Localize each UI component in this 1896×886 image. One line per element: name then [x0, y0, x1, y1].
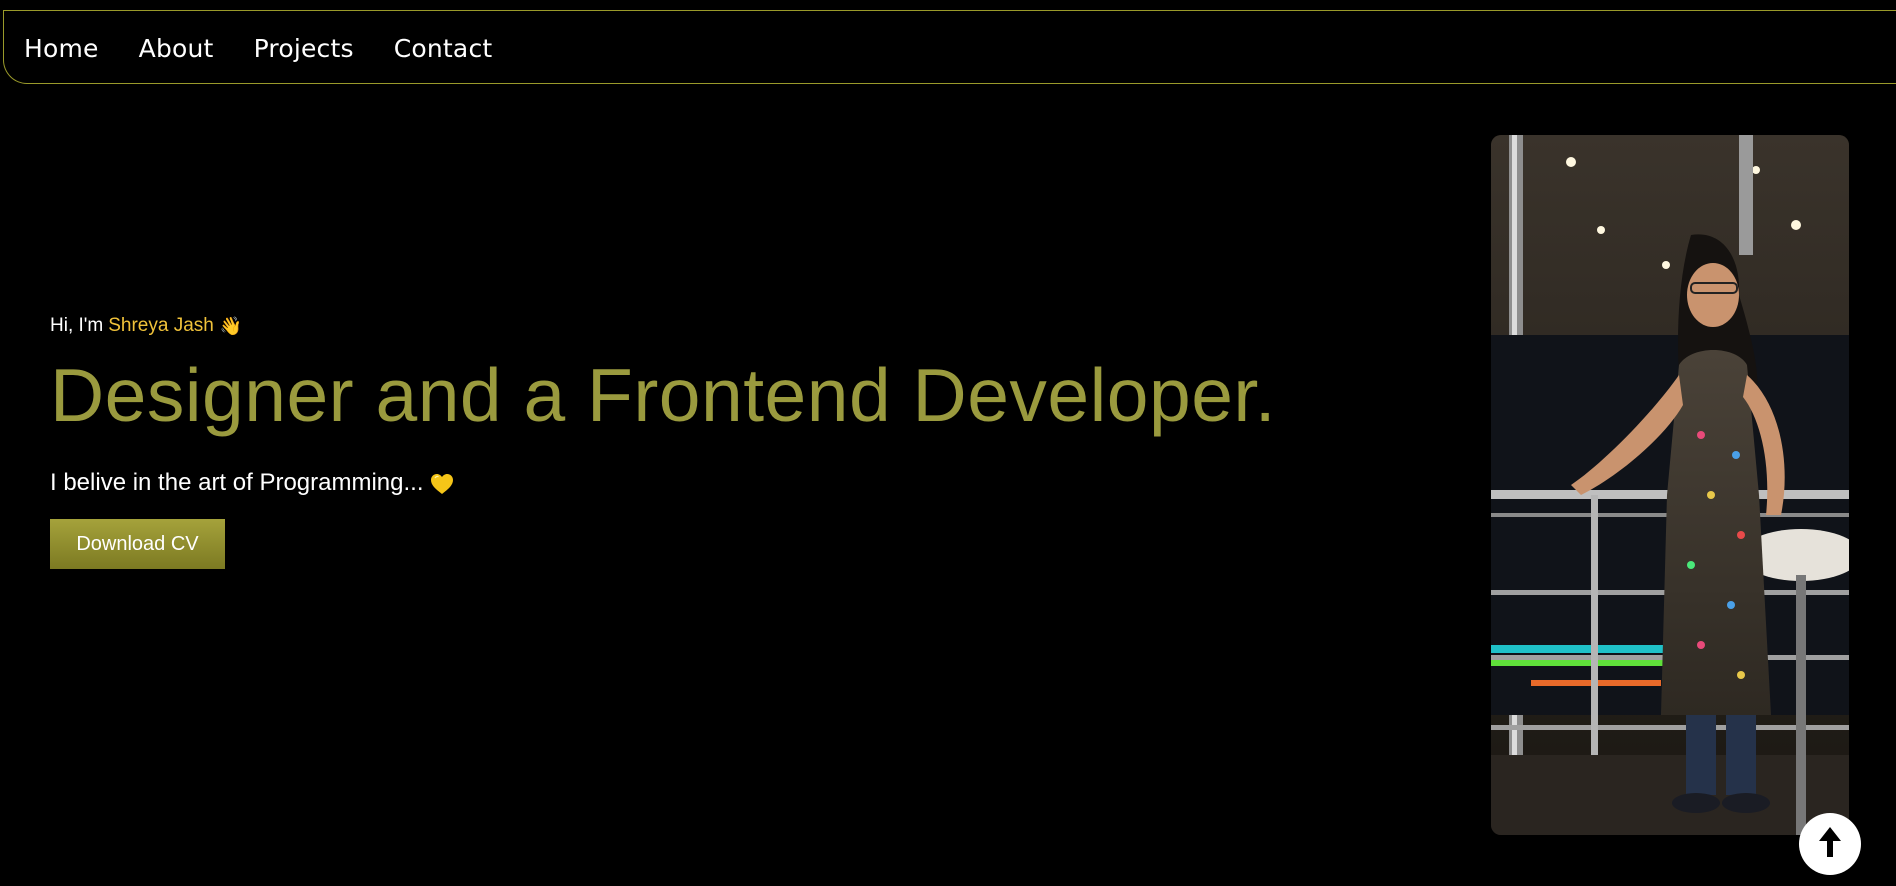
scroll-to-top-button[interactable] — [1799, 813, 1861, 875]
nav-link-home[interactable]: Home — [24, 34, 99, 63]
profile-photo — [1491, 135, 1849, 835]
greeting-prefix: Hi, I'm — [50, 315, 104, 336]
hero-name: Shreya Jash — [108, 315, 214, 336]
hero-headline: Designer and a Frontend Developer. — [50, 353, 1277, 437]
nav-link-contact[interactable]: Contact — [394, 34, 493, 63]
tagline-text: I belive in the art of Programming... — [50, 469, 424, 496]
yellow-heart-icon — [430, 473, 453, 494]
hero-tagline: I belive in the art of Programming... — [50, 469, 1276, 497]
nav-link-about[interactable]: About — [139, 34, 214, 63]
greeting: Hi, I'm Shreya Jash 👋 — [50, 312, 1276, 340]
nav-links: Home About Projects Contact — [24, 11, 492, 85]
nav-link-projects[interactable]: Projects — [254, 34, 354, 63]
navbar: Home About Projects Contact — [3, 10, 1896, 84]
wave-icon: 👋 — [219, 315, 243, 336]
arrow-up-icon — [1817, 825, 1843, 864]
download-cv-button[interactable]: Download CV — [50, 519, 225, 569]
hero-section: Hi, I'm Shreya Jash 👋 Designer and a Fro… — [50, 312, 1276, 569]
